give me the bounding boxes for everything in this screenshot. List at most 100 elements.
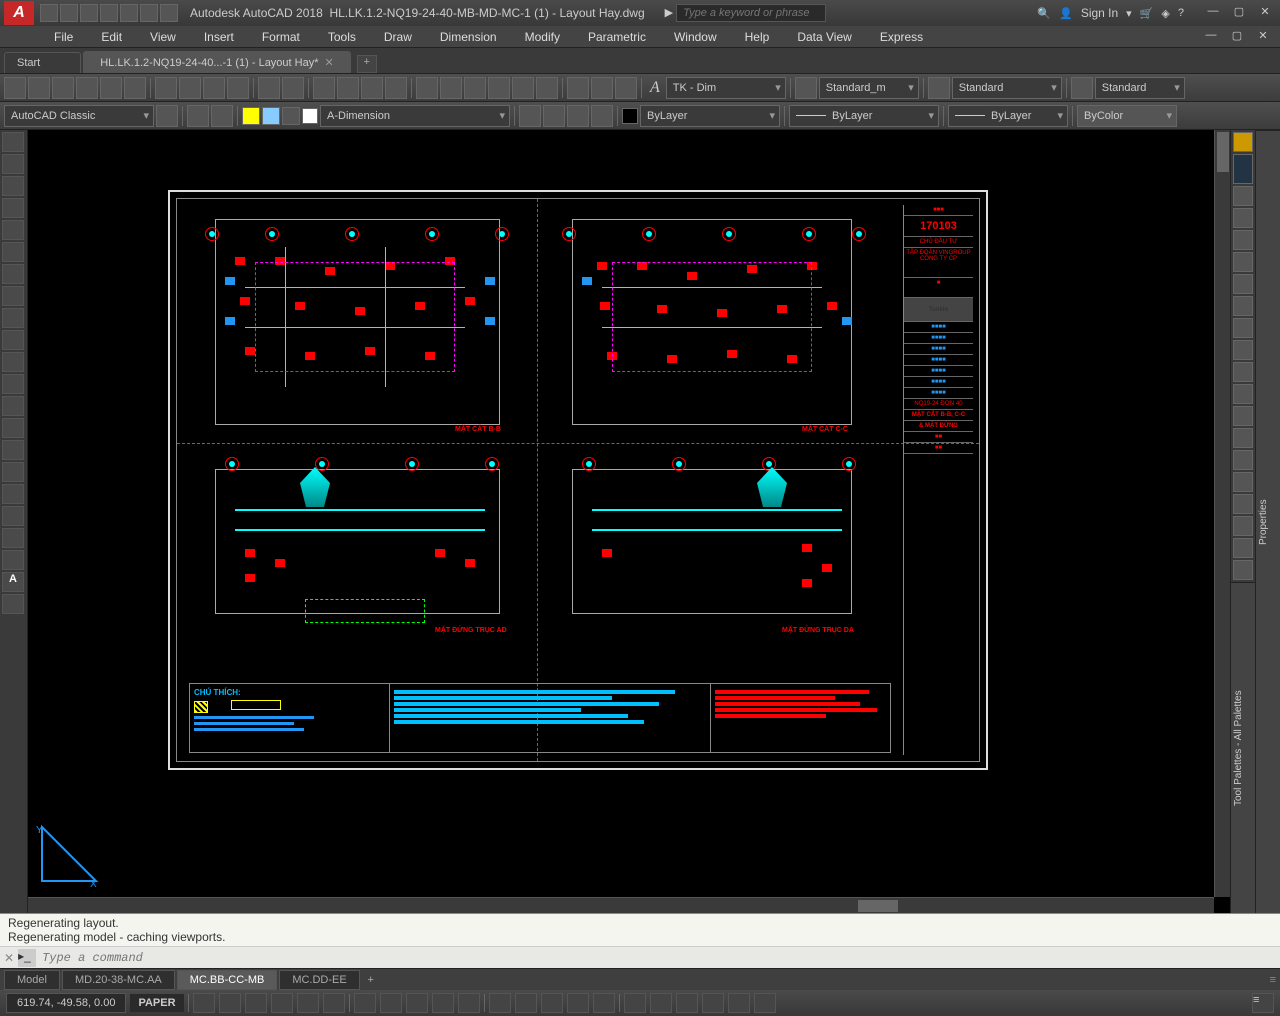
app-logo[interactable]: A [4, 1, 34, 25]
pal-tool4-icon[interactable] [1233, 252, 1253, 272]
layer-color-swatch[interactable] [302, 108, 318, 124]
pal-tool18-icon[interactable] [1233, 560, 1253, 580]
text-a-icon[interactable]: A [2, 572, 24, 592]
dim-icon[interactable] [2, 440, 24, 460]
layer-state-icon[interactable] [211, 105, 233, 127]
properties-icon[interactable] [416, 77, 438, 99]
quickcalc-icon[interactable] [536, 77, 558, 99]
menu-insert[interactable]: Insert [190, 27, 248, 47]
arc-icon[interactable] [2, 198, 24, 218]
cleanscreen-icon[interactable] [728, 993, 750, 1013]
pal-tool3-icon[interactable] [1233, 230, 1253, 250]
hardware-accel-icon[interactable] [676, 993, 698, 1013]
menu-parametric[interactable]: Parametric [574, 27, 660, 47]
block-icon[interactable] [567, 77, 589, 99]
spline-icon[interactable] [2, 286, 24, 306]
zoomwin-icon[interactable] [361, 77, 383, 99]
annoscale-icon[interactable] [541, 993, 563, 1013]
boundary-icon[interactable] [2, 506, 24, 526]
isolate-icon[interactable] [702, 993, 724, 1013]
polar-icon[interactable] [271, 993, 293, 1013]
preview-icon[interactable] [100, 77, 122, 99]
palette-toolpalettes-tab[interactable]: Tool Palettes - All Palettes [1231, 582, 1255, 913]
cmd-handle-icon[interactable]: ✕ [4, 951, 14, 965]
quickprops-icon[interactable] [489, 993, 511, 1013]
pal-tool11-icon[interactable] [1233, 406, 1253, 426]
annovisibility-icon[interactable] [567, 993, 589, 1013]
rect-icon[interactable] [2, 220, 24, 240]
menu-help[interactable]: Help [731, 27, 784, 47]
qat-undo-icon[interactable] [140, 4, 158, 22]
hatch2-icon[interactable] [2, 264, 24, 284]
app-store-icon[interactable]: ◈ [1161, 7, 1169, 20]
menu-tools[interactable]: Tools [314, 27, 370, 47]
leader-icon[interactable] [2, 462, 24, 482]
command-input[interactable] [42, 951, 1276, 965]
pal-tool13-icon[interactable] [1233, 450, 1253, 470]
ortho-icon[interactable] [245, 993, 267, 1013]
table2-icon[interactable] [2, 352, 24, 372]
tab-active-file[interactable]: HL.LK.1.2-NQ19-24-40...-1 (1) - Layout H… [83, 51, 350, 73]
lwt-icon[interactable] [380, 993, 402, 1013]
layerprev-icon[interactable] [543, 105, 565, 127]
status-menu-icon[interactable]: ≡ [1252, 993, 1274, 1013]
block2-icon[interactable] [2, 418, 24, 438]
region-icon[interactable] [2, 330, 24, 350]
tab-add-button[interactable]: + [357, 55, 377, 73]
pan-icon[interactable] [313, 77, 335, 99]
line-icon[interactable] [2, 132, 24, 152]
pal-tool5-icon[interactable] [1233, 274, 1253, 294]
linetype-select[interactable]: ByLayer [948, 105, 1068, 127]
mtext-icon[interactable] [2, 374, 24, 394]
layer-manage-icon[interactable] [187, 105, 209, 127]
matchprop-icon[interactable] [227, 77, 249, 99]
zoomprev-icon[interactable] [385, 77, 407, 99]
layeriso-icon[interactable] [519, 105, 541, 127]
pal-tool10-icon[interactable] [1233, 384, 1253, 404]
minimize-button[interactable]: — [1202, 5, 1224, 21]
doc-restore-button[interactable]: ▢ [1226, 29, 1248, 45]
workspace-gear-icon[interactable] [156, 105, 178, 127]
qat-redo-icon[interactable] [160, 4, 178, 22]
point-icon[interactable] [2, 308, 24, 328]
workspace-select[interactable]: AutoCAD Classic [4, 105, 154, 127]
search-input[interactable] [676, 4, 826, 22]
dyn-input-icon[interactable] [458, 993, 480, 1013]
menu-express[interactable]: Express [866, 27, 937, 47]
isodraft-icon[interactable] [297, 993, 319, 1013]
qat-new-icon[interactable] [40, 4, 58, 22]
pal-tool9-icon[interactable] [1233, 362, 1253, 382]
workspace-switch-icon[interactable] [624, 993, 646, 1013]
pal-tool7-icon[interactable] [1233, 318, 1253, 338]
selection-cycling-icon[interactable] [432, 993, 454, 1013]
lineweight-select[interactable]: ByLayer [789, 105, 939, 127]
cut-icon[interactable] [155, 77, 177, 99]
tab-layout-2[interactable]: MC.BB-CC-MB [177, 970, 278, 990]
tab-model[interactable]: Model [4, 970, 60, 990]
qat-saveas-icon[interactable] [100, 4, 118, 22]
insert-icon[interactable] [2, 396, 24, 416]
hatch-icon[interactable] [591, 77, 613, 99]
tab-layout-3[interactable]: MC.DD-EE [279, 970, 359, 990]
dimstyle-icon[interactable] [795, 77, 817, 99]
pal-highlight-icon[interactable] [1233, 132, 1253, 152]
menu-dimension[interactable]: Dimension [426, 27, 511, 47]
tab-start[interactable]: Start [4, 52, 81, 73]
transparency-icon[interactable] [406, 993, 428, 1013]
autoscale-icon[interactable] [593, 993, 615, 1013]
units-icon[interactable] [515, 993, 537, 1013]
open-icon[interactable] [28, 77, 50, 99]
pal-tool8-icon[interactable] [1233, 340, 1253, 360]
new-icon[interactable] [4, 77, 26, 99]
pal-tool17-icon[interactable] [1233, 538, 1253, 558]
tablestyle-icon[interactable] [928, 77, 950, 99]
customize-icon[interactable] [754, 993, 776, 1013]
pal-tool1-icon[interactable] [1233, 186, 1253, 206]
tab-close-icon[interactable]: ✕ [325, 56, 334, 69]
space-indicator[interactable]: PAPER [130, 994, 183, 1012]
layer-on-icon[interactable] [242, 107, 260, 125]
layout-menu-icon[interactable]: ≡ [1270, 974, 1276, 986]
tablestyle-select[interactable]: Standard [952, 77, 1062, 99]
snap-mode-icon[interactable] [219, 993, 241, 1013]
revcloud-icon[interactable] [2, 550, 24, 570]
